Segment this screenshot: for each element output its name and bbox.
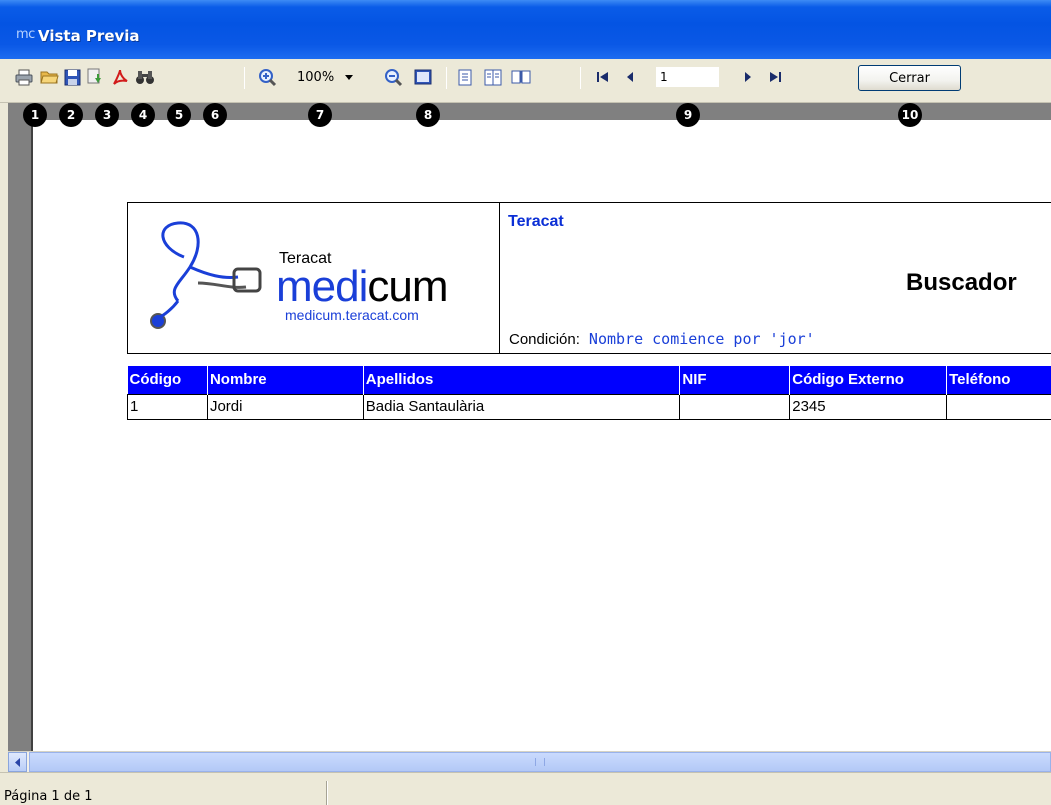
column-header: Código (127, 366, 208, 394)
callout-badge: 4 (131, 103, 155, 127)
zoom-in-icon[interactable] (256, 66, 278, 88)
scroll-thumb[interactable] (29, 752, 1051, 772)
window-title: Vista Previa (38, 27, 140, 45)
logo-wordmark-part-b: cum (367, 262, 448, 311)
column-header: Apellidos (363, 366, 681, 394)
logo-wordmark: medicum (276, 262, 449, 311)
two-pages-icon[interactable] (482, 66, 504, 88)
report-title: Buscador (906, 269, 1017, 296)
zoom-value: 100% (297, 69, 335, 85)
preview-left-edge (0, 103, 8, 751)
column-header: Nombre (207, 366, 364, 394)
table-row: 1 Jordi Badia Santaulària 2345 (127, 393, 1051, 420)
grip-icon (535, 758, 545, 766)
status-divider (326, 781, 328, 805)
table-header-row: Código Nombre Apellidos NIF Código Exter… (127, 366, 1051, 394)
table-cell: Jordi (206, 393, 364, 420)
chevron-down-icon (345, 74, 353, 80)
results-table: Código Nombre Apellidos NIF Código Exter… (127, 366, 1051, 420)
close-button[interactable]: Cerrar (858, 65, 961, 91)
condition-label: Condición: (509, 331, 580, 348)
app-icon: mc (16, 27, 35, 42)
logo-url: medicum.teracat.com (285, 307, 419, 323)
stethoscope-icon (150, 221, 262, 329)
column-header: Teléfono (946, 366, 1051, 394)
single-page-icon[interactable] (454, 66, 476, 88)
floppy-save-icon[interactable] (61, 66, 83, 88)
toolbar-separator (446, 67, 447, 89)
table-cell (679, 393, 791, 420)
page-status: Página 1 de 1 (4, 789, 93, 804)
first-page-icon[interactable] (592, 66, 614, 88)
table-cell: 1 (127, 393, 208, 420)
toolbar: 100% Cerrar (0, 59, 1051, 103)
company-name: Teracat (508, 213, 564, 230)
next-page-icon[interactable] (737, 66, 759, 88)
zoom-select[interactable]: 100% (293, 67, 361, 87)
scroll-left-button[interactable] (8, 752, 27, 772)
logo-wordmark-part-a: medi (276, 262, 368, 311)
preview-window: mc Vista Previa 100% 1 Cerrar 1 2 3 4 5 … (0, 0, 1051, 805)
export-icon[interactable] (84, 66, 106, 88)
table-cell: 2345 (789, 393, 948, 420)
logo-cell: Teracat medicum medicum.teracat.com (128, 203, 500, 353)
printer-icon[interactable] (13, 66, 35, 88)
callout-badge: 7 (308, 103, 332, 127)
status-bar: Página 1 de 1 (0, 772, 1051, 805)
callout-badge: 9 (676, 103, 700, 127)
condition-text: Condición: Nombre comience por 'jor' (509, 330, 815, 348)
callout-badge: 2 (59, 103, 83, 127)
column-header: Código Externo (789, 366, 948, 394)
folder-open-icon[interactable] (38, 66, 60, 88)
report-page: Teracat medicum medicum.teracat.com Tera… (31, 120, 1051, 751)
chevron-left-icon (14, 757, 20, 767)
callout-badge: 3 (95, 103, 119, 127)
toolbar-separator (580, 67, 581, 89)
book-view-icon[interactable] (510, 66, 532, 88)
horizontal-scrollbar[interactable] (8, 751, 1051, 772)
callout-badge: 6 (203, 103, 227, 127)
callout-badge: 5 (167, 103, 191, 127)
previous-page-icon[interactable] (619, 66, 641, 88)
last-page-icon[interactable] (764, 66, 786, 88)
page-width-icon[interactable] (412, 66, 434, 88)
binoculars-find-icon[interactable] (134, 66, 156, 88)
title-bar: mc Vista Previa (0, 0, 1051, 59)
toolbar-separator (244, 67, 245, 89)
page-number-input[interactable] (656, 67, 719, 87)
pdf-icon[interactable] (109, 66, 131, 88)
zoom-out-icon[interactable] (382, 66, 404, 88)
condition-value: Nombre comience por 'jor' (588, 330, 815, 348)
report-header: Teracat medicum medicum.teracat.com Tera… (127, 202, 1051, 354)
callout-badge: 1 (23, 103, 47, 127)
callout-badge: 10 (898, 103, 922, 127)
table-cell (946, 393, 1051, 420)
column-header: NIF (679, 366, 791, 394)
table-cell: Badia Santaulària (362, 393, 681, 420)
callout-badge: 8 (416, 103, 440, 127)
